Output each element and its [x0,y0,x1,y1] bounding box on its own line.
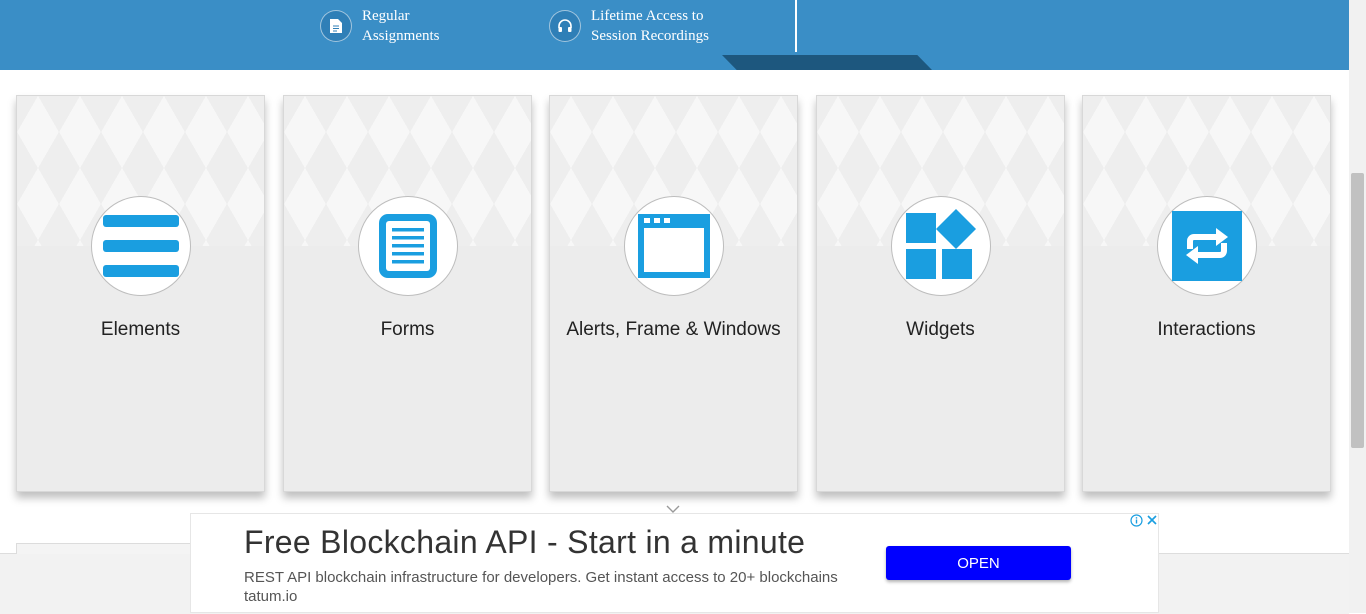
widgets-icon [906,209,976,279]
close-icon[interactable] [1145,513,1159,527]
card-label: Alerts, Frame & Windows [566,319,781,340]
card-icon-circle [91,196,191,296]
card-icon-circle [358,196,458,296]
headphones-icon [549,10,581,42]
ad-open-button[interactable]: OPEN [886,546,1071,580]
card-label: Elements [100,319,181,340]
ad-banner[interactable]: Free Blockchain API - Start in a minute … [190,513,1159,613]
feature-line1: Regular [362,8,410,24]
feature-line1: Lifetime Access to [591,8,704,24]
ad-choices[interactable] [1129,513,1159,527]
card-icon-circle [891,196,991,296]
hamburger-list-icon [103,215,179,277]
card-label: Forms [380,319,435,340]
feature-text: Regular Assignments [362,6,522,46]
banner-divider [795,0,797,52]
next-card-peek [16,543,192,554]
ad-headline[interactable]: Free Blockchain API - Start in a minute [244,524,805,561]
browser-window-icon [638,214,710,278]
top-banner: Regular Assignments Lifetime Access to S… [0,0,1349,70]
card-label: Widgets [906,319,975,340]
ad-description: REST API blockchain infrastructure for d… [244,569,838,605]
card-icon-circle [624,196,724,296]
form-document-icon [379,214,437,278]
feature-line2: Assignments [362,28,440,44]
feature-session-recordings: Lifetime Access to Session Recordings [549,6,751,46]
card-icon-circle [1157,196,1257,296]
card-label: Interactions [1157,319,1256,340]
scrollbar-thumb[interactable] [1351,173,1364,448]
document-icon [320,10,352,42]
banner-tab-shape [722,55,932,70]
card-interactions[interactable]: Interactions [1082,95,1331,492]
feature-regular-assignments: Regular Assignments [320,6,522,46]
feature-line2: Session Recordings [591,28,709,44]
card-widgets[interactable]: Widgets [816,95,1065,492]
card-elements[interactable]: Elements [16,95,265,492]
card-forms[interactable]: Forms [283,95,532,492]
info-icon[interactable] [1129,513,1143,527]
feature-text: Lifetime Access to Session Recordings [591,6,751,46]
card-alerts-frame-windows[interactable]: Alerts, Frame & Windows [549,95,798,492]
interactions-arrows-icon [1172,211,1242,281]
